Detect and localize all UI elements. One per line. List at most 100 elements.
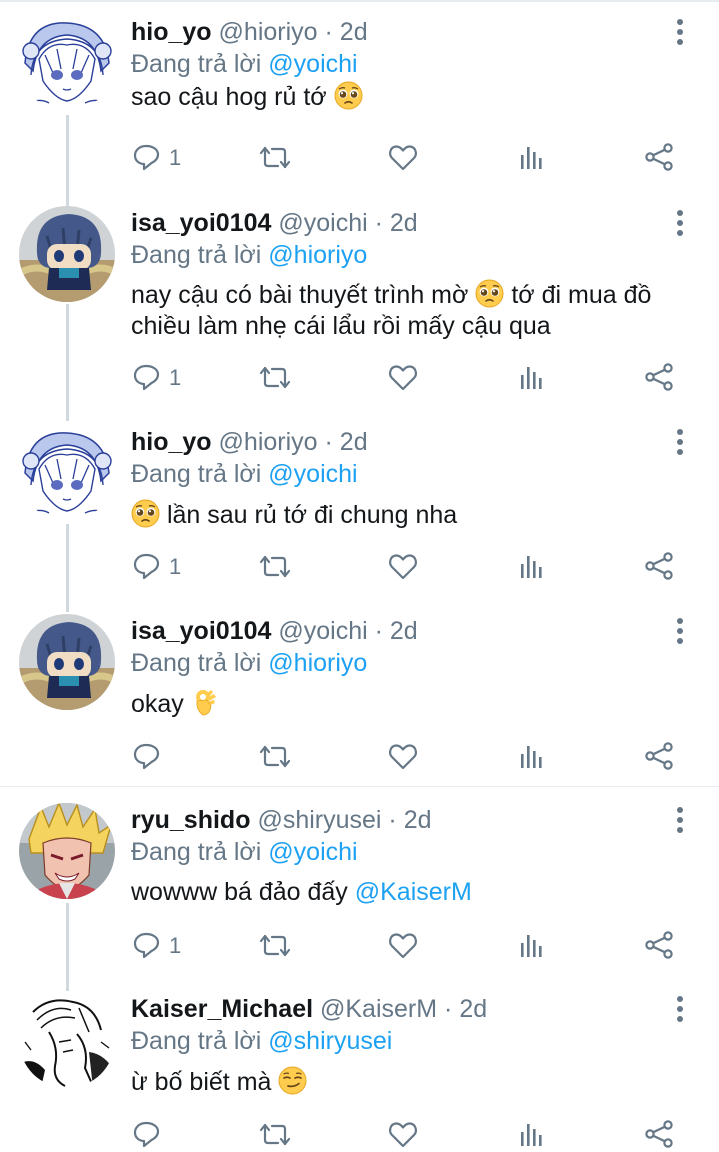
- reply-button[interactable]: 1: [133, 550, 193, 584]
- replying-to-mention[interactable]: @yoichi: [268, 50, 357, 78]
- replying-to-mention[interactable]: @yoichi: [268, 460, 357, 488]
- retweet-button[interactable]: [258, 929, 294, 963]
- timestamp[interactable]: 2d: [340, 428, 368, 456]
- timestamp[interactable]: 2d: [404, 806, 432, 834]
- stats-button[interactable]: [518, 141, 548, 175]
- tweet[interactable]: isa_yoi0104 @yoichi · 2d Đang trả lời @h…: [0, 614, 719, 779]
- stats-icon: [521, 556, 542, 578]
- more-vertical-icon[interactable]: [670, 17, 690, 47]
- ok-hand-icon: [194, 688, 218, 717]
- stats-button[interactable]: [518, 550, 548, 584]
- stats-button[interactable]: [518, 740, 548, 774]
- replying-to-mention[interactable]: @shiryusei: [268, 1027, 392, 1055]
- timestamp[interactable]: 2d: [340, 18, 368, 46]
- like-icon: [389, 145, 417, 171]
- separator-dot: ·: [374, 209, 383, 237]
- retweet-icon: [259, 934, 291, 957]
- smirking-face-icon: [278, 1066, 308, 1095]
- tweet-text: okay: [131, 688, 701, 720]
- replying-to-label: Đang trả lời: [131, 50, 262, 78]
- like-button[interactable]: [388, 929, 418, 963]
- action-bar: 1: [0, 550, 719, 584]
- more-vertical-icon[interactable]: [670, 208, 690, 238]
- share-icon: [645, 552, 673, 580]
- reply-button[interactable]: [133, 740, 193, 774]
- more-vertical-icon[interactable]: [670, 805, 690, 835]
- like-button[interactable]: [388, 141, 418, 175]
- separator-dot: ·: [374, 617, 383, 645]
- share-button[interactable]: [645, 1118, 675, 1152]
- replying-to: Đang trả lời @yoichi: [131, 47, 358, 81]
- replying-to-label: Đang trả lời: [131, 460, 262, 488]
- stats-button[interactable]: [518, 361, 548, 395]
- tweet[interactable]: isa_yoi0104 @yoichi · 2d Đang trả lời @h…: [0, 206, 719, 406]
- more-vertical-icon[interactable]: [670, 616, 690, 646]
- share-icon: [645, 143, 673, 171]
- username[interactable]: @yoichi: [278, 617, 367, 645]
- tweet-text-content: lần sau rủ tớ đi chung nha: [166, 501, 458, 529]
- share-button[interactable]: [645, 141, 675, 175]
- username[interactable]: @shiryusei: [257, 806, 381, 834]
- timestamp[interactable]: 2d: [390, 209, 418, 237]
- tweet[interactable]: Kaiser_Michael @KaiserM · 2d Đang trả lờ…: [0, 992, 719, 1148]
- replying-to-label: Đang trả lời: [131, 838, 262, 866]
- avatar[interactable]: [19, 614, 115, 710]
- reply-button[interactable]: 1: [133, 141, 193, 175]
- replying-to-mention[interactable]: @yoichi: [268, 838, 357, 866]
- tweet[interactable]: hio_yo @hioriyo · 2d Đang trả lời @yoich…: [0, 15, 719, 190]
- avatar[interactable]: [19, 803, 115, 899]
- retweet-button[interactable]: [258, 740, 294, 774]
- share-icon: [645, 742, 673, 770]
- tweet[interactable]: ryu_shido @shiryusei · 2d Đang trả lời @…: [0, 803, 719, 978]
- more-vertical-icon[interactable]: [670, 994, 690, 1024]
- avatar[interactable]: [19, 992, 115, 1088]
- mention-link[interactable]: @KaiserM: [355, 878, 472, 906]
- share-icon: [645, 931, 673, 959]
- avatar[interactable]: [19, 425, 115, 521]
- display-name[interactable]: Kaiser_Michael: [131, 995, 313, 1023]
- share-button[interactable]: [645, 550, 675, 584]
- reply-button[interactable]: 1: [133, 361, 193, 395]
- share-button[interactable]: [645, 361, 675, 395]
- reply-button[interactable]: [133, 1118, 193, 1152]
- avatar[interactable]: [19, 15, 115, 111]
- retweet-button[interactable]: [258, 550, 294, 584]
- display-name[interactable]: hio_yo: [131, 428, 212, 456]
- display-name[interactable]: isa_yoi0104: [131, 209, 271, 237]
- like-button[interactable]: [388, 740, 418, 774]
- display-name[interactable]: hio_yo: [131, 18, 212, 46]
- separator-dot: ·: [388, 806, 397, 834]
- stats-button[interactable]: [518, 1118, 548, 1152]
- reply-button[interactable]: 1: [133, 929, 193, 963]
- share-button[interactable]: [645, 740, 675, 774]
- replying-to-label: Đang trả lời: [131, 649, 262, 677]
- replying-to: Đang trả lời @hioriyo: [131, 646, 367, 680]
- display-name[interactable]: ryu_shido: [131, 806, 250, 834]
- timestamp[interactable]: 2d: [459, 995, 487, 1023]
- tweet[interactable]: hio_yo @hioriyo · 2d Đang trả lời @yoich…: [0, 425, 719, 600]
- tweet-text-content: okay: [131, 690, 184, 718]
- like-button[interactable]: [388, 550, 418, 584]
- action-bar: 1: [0, 361, 719, 395]
- replying-to-mention[interactable]: @hioriyo: [268, 649, 367, 677]
- like-button[interactable]: [388, 361, 418, 395]
- avatar[interactable]: [19, 206, 115, 302]
- replying-to-mention[interactable]: @hioriyo: [268, 241, 367, 269]
- username[interactable]: @hioriyo: [219, 18, 318, 46]
- stats-button[interactable]: [518, 929, 548, 963]
- retweet-button[interactable]: [258, 361, 294, 395]
- like-icon: [389, 744, 417, 770]
- retweet-button[interactable]: [258, 141, 294, 175]
- retweet-icon: [259, 555, 291, 578]
- timestamp[interactable]: 2d: [390, 617, 418, 645]
- reply-icon: [133, 1121, 160, 1148]
- username[interactable]: @yoichi: [278, 209, 367, 237]
- share-button[interactable]: [645, 929, 675, 963]
- like-button[interactable]: [388, 1118, 418, 1152]
- username[interactable]: @hioriyo: [219, 428, 318, 456]
- more-vertical-icon[interactable]: [670, 427, 690, 457]
- display-name[interactable]: isa_yoi0104: [131, 617, 271, 645]
- username[interactable]: @KaiserM: [320, 995, 437, 1023]
- retweet-button[interactable]: [258, 1118, 294, 1152]
- tweet-text: ừ bố biết mà: [131, 1066, 701, 1098]
